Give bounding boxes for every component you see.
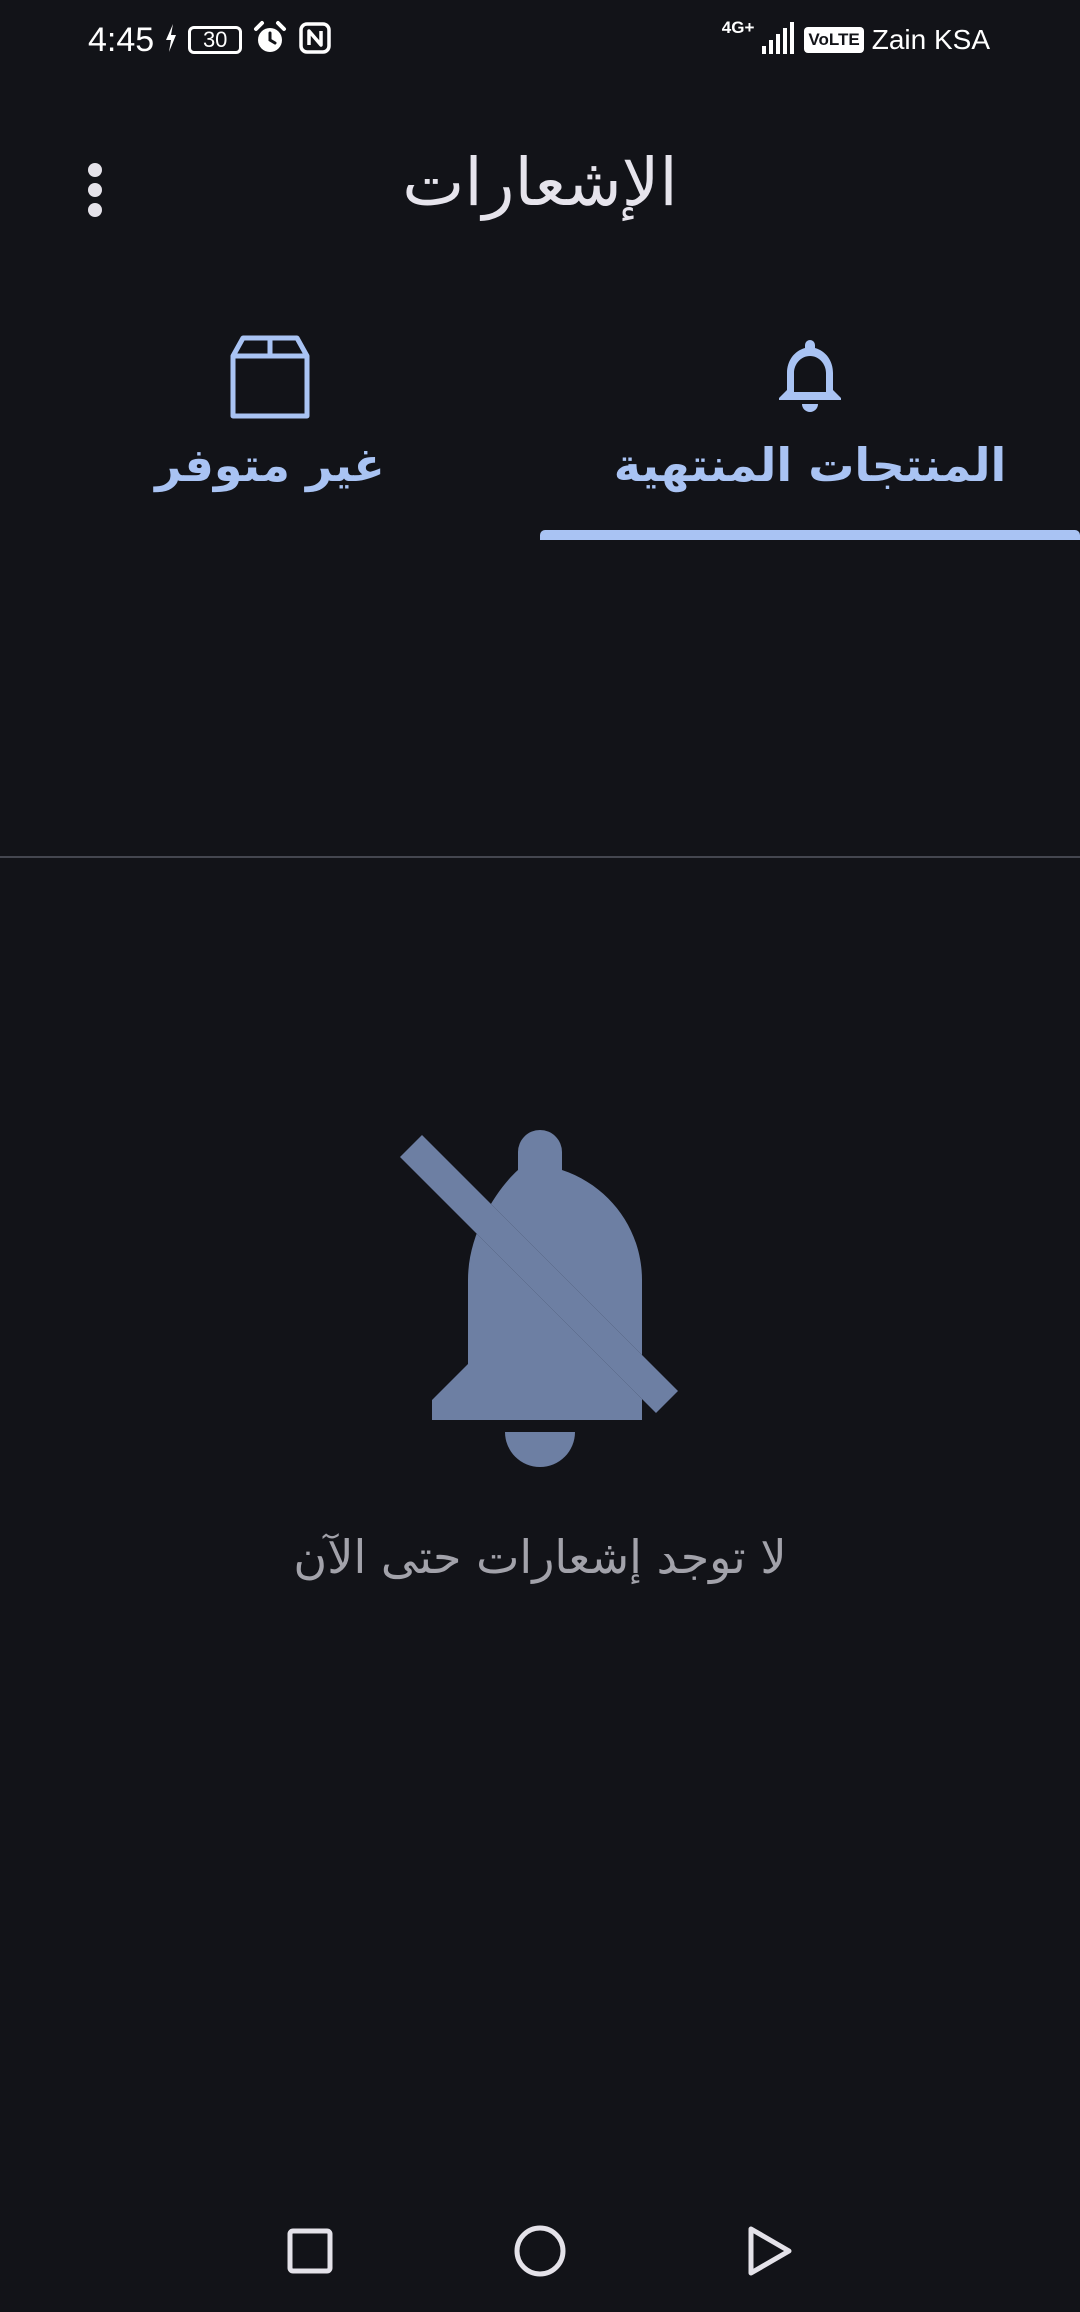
home-circle-icon	[514, 2225, 566, 2277]
status-left: 4:45 30	[88, 14, 332, 66]
network-type: 4G+	[721, 18, 755, 37]
page-title: الإشعارات	[402, 144, 678, 221]
top-app-bar: الإشعارات	[0, 110, 1080, 270]
back-triangle-icon	[748, 2226, 792, 2276]
recents-square-icon	[287, 2228, 333, 2274]
nfc-icon	[298, 21, 332, 59]
alarm-icon	[252, 20, 288, 60]
tab-row: المنتجات المنتهية غير متوفر	[0, 320, 1080, 858]
bell-icon	[779, 340, 841, 412]
notifications-off-icon	[400, 1130, 678, 1467]
home-button[interactable]	[500, 2196, 580, 2306]
status-bar: 4:45 30 4G+ VoLTE Zain KSA	[0, 0, 1080, 80]
volte-badge: VoLTE	[804, 27, 864, 53]
charging-icon	[164, 24, 178, 56]
tab-expired-products[interactable]: المنتجات المنتهية	[540, 320, 1080, 540]
empty-state-message: لا توجد إشعارات حتى الآن	[293, 1530, 787, 1584]
tabs-divider	[0, 856, 1080, 858]
back-button[interactable]	[730, 2196, 810, 2306]
status-right: 4G+ VoLTE Zain KSA	[722, 14, 990, 66]
system-nav-bar	[0, 2196, 1080, 2306]
box-icon	[230, 335, 310, 419]
tab-out-of-stock[interactable]: غير متوفر	[0, 320, 540, 540]
signal-icon	[762, 22, 796, 58]
battery-icon: 30	[188, 26, 243, 54]
notifications-screen: 4:45 30 4G+ VoLTE Zain KSA الإشعارات الم…	[0, 0, 1080, 2312]
carrier-name: Zain KSA	[871, 24, 990, 55]
status-time: 4:45	[88, 20, 155, 59]
tab-label-expired-products: المنتجات المنتهية	[613, 438, 1007, 492]
tab-indicator	[540, 530, 1080, 540]
recents-button[interactable]	[270, 2196, 350, 2306]
tab-label-out-of-stock: غير متوفر	[155, 438, 385, 492]
